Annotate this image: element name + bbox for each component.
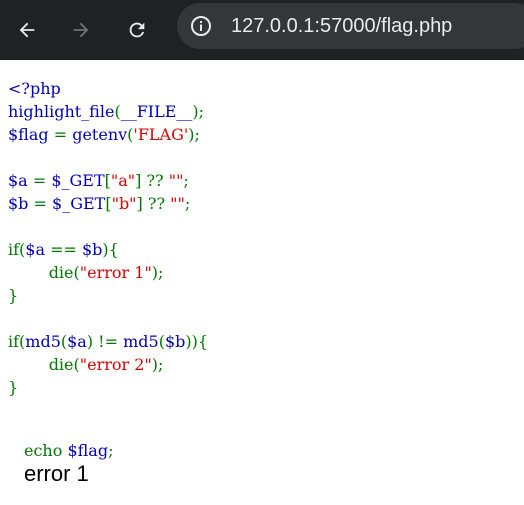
echo-statement: echo $flag; [24,441,113,460]
code-token-default: <?php [8,79,61,98]
code-line: } [8,284,208,307]
browser-toolbar: 127.0.0.1:57000/flag.php [0,0,524,60]
code-token-keyword: ] ?? [136,194,171,213]
code-token-keyword: == [50,240,82,259]
code-token-keyword: ); [188,125,200,144]
code-token-keyword: = [33,194,53,213]
output-line: echo $flag; error 1 [8,423,113,486]
code-token-default: __FILE__ [120,102,193,121]
code-token-default: $a [67,332,87,351]
code-token-default: $_GET [52,194,106,213]
code-token-keyword: ); [192,102,205,121]
info-icon[interactable] [189,14,213,38]
code-token-string: "a" [110,171,136,190]
address-bar[interactable]: 127.0.0.1:57000/flag.php [177,3,524,49]
code-token-keyword: echo [24,441,68,460]
code-token-keyword: ){ [102,240,119,259]
code-token-default: md5 [123,332,159,351]
code-token-keyword: )){ [185,332,209,351]
code-token-string: "b" [111,194,137,213]
code-token-default: $flag [67,441,109,460]
code-line: <?php [8,77,208,100]
code-line: if(md5($a) != md5($b)){ [8,330,208,353]
arrow-right-icon [73,22,89,38]
back-button[interactable] [7,10,47,50]
reload-icon [129,22,145,38]
page-content: <?php highlight_file(__FILE__); $flag = ge… [0,60,524,486]
code-line: die("error 1"); [8,261,208,284]
code-line: if($a == $b){ [8,238,208,261]
code-token-default: $a [25,240,51,259]
code-token-string: "" [168,171,184,190]
code-token-string: 'FLAG' [133,125,189,144]
code-token-string: "error 1" [79,263,152,282]
code-line: $flag = getenv('FLAG'); [8,123,208,146]
code-token-default: highlight_file [8,102,115,121]
code-line: highlight_file(__FILE__); [8,100,208,123]
code-line: $a = $_GET["a"] ?? ""; [8,169,208,192]
code-token-string: "error 2" [79,355,152,374]
code-token-keyword: } [8,286,19,305]
forward-button[interactable] [61,10,101,50]
code-token-default: $flag [8,125,54,144]
code-token-default: $_GET [51,171,105,190]
code-token-default: md5 [25,332,61,351]
code-token-default: $b [8,194,34,213]
php-source-code: <?php highlight_file(__FILE__); $flag = ge… [8,77,208,422]
code-token-keyword: ; [183,171,189,190]
code-token-default: $b [82,240,103,259]
code-token-keyword: = [53,125,73,144]
arrow-left-icon [19,22,35,38]
code-token-keyword: } [8,378,19,397]
code-token-keyword: die( [8,263,80,282]
script-output: error 1 [24,461,89,486]
code-token-keyword: = [32,171,52,190]
code-token-keyword: ); [151,355,164,374]
code-token-default: $b [164,332,186,351]
code-token-string: "" [170,194,185,213]
code-line: $b = $_GET["b"] ?? ""; [8,192,208,215]
code-token-keyword: if( [8,332,26,351]
code-token-keyword: ) != [86,332,124,351]
url-text[interactable]: 127.0.0.1:57000/flag.php [231,3,452,49]
reload-button[interactable] [117,10,157,50]
code-token-default: getenv [72,125,128,144]
code-token-keyword: ); [151,263,164,282]
code-token-keyword: ; [108,441,114,460]
code-token-keyword: ] ?? [135,171,169,190]
code-line: } [8,376,208,399]
code-token-default: $a [8,171,33,190]
code-token-keyword: if( [8,240,26,259]
code-token-keyword: die( [8,355,80,374]
code-line: die("error 2"); [8,353,208,376]
code-token-keyword: ; [184,194,191,213]
